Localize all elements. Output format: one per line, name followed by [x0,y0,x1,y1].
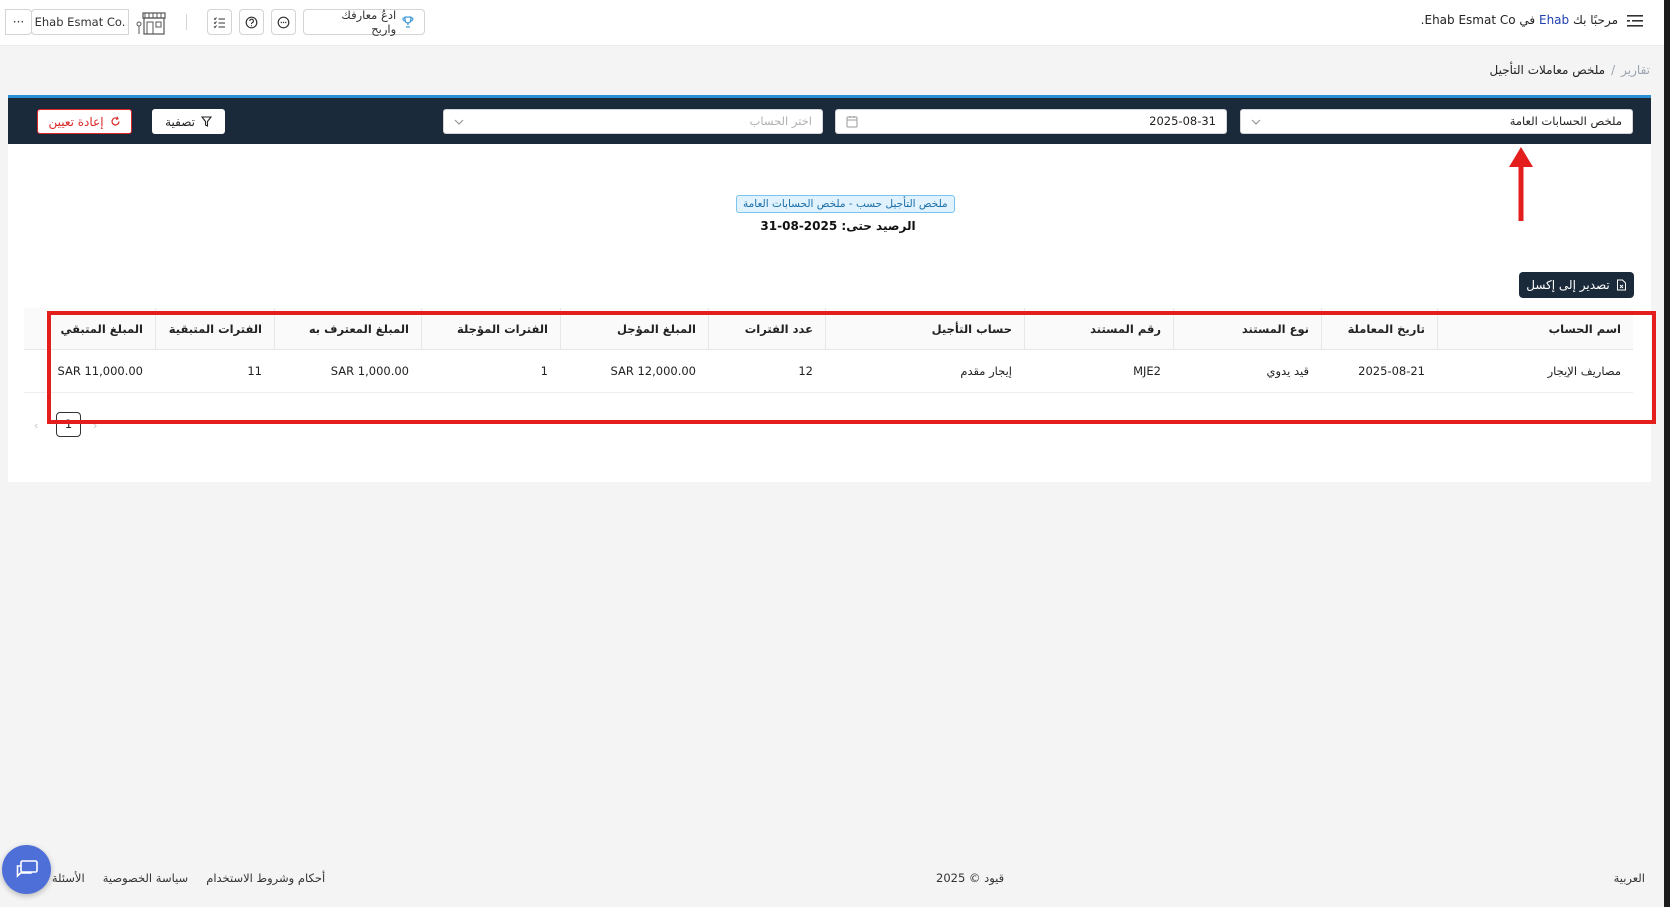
balance-as-of: الرصيد حتى: 2025-08-31 [708,219,968,233]
export-excel-button[interactable]: تصدير إلى إكسل [1519,272,1634,298]
refresh-icon [110,116,120,126]
annotation-highlight-box [47,311,1656,424]
welcome-message: مرحبًا بك Ehab في Ehab Esmat Co. [1421,13,1618,27]
reset-button-label: إعادة تعيين [48,114,104,129]
report-tag: ملخص التأجيل حسب - ملخص الحسابات العامة [736,195,955,213]
footer-links: أحكام وشروط الاستخدام سياسة الخصوصية الأ… [45,871,325,885]
window-edge [1664,0,1670,907]
menu-icon[interactable] [1626,13,1644,29]
welcome-prefix: مرحبًا بك [1572,13,1618,27]
question-icon [245,16,258,28]
chat-fab-icon [16,859,38,878]
toolbar-divider [186,14,187,30]
filter-button-label: تصفية [165,114,195,129]
language-switch[interactable]: العربية [1614,871,1645,885]
privacy-link[interactable]: سياسة الخصوصية [103,871,189,885]
date-value: 2025-08-31 [1149,114,1216,128]
breadcrumb-separator: / [1611,63,1616,77]
help-button[interactable] [239,9,264,35]
filter-bar: ملخص الحسابات العامة 2025-08-31 اختر الح… [8,95,1651,144]
pagination-prev[interactable]: ‹ [34,419,44,432]
balance-date: 2025-08-31 [760,219,838,233]
filter-icon [200,116,212,127]
breadcrumb: تقارير / ملخص معاملات التأجيل [1489,63,1650,77]
excel-file-icon [1616,279,1626,291]
balance-label: الرصيد حتى: [841,219,916,233]
breadcrumb-reports[interactable]: تقارير [1621,63,1650,77]
trophy-icon [402,16,414,28]
chat-button[interactable] [271,9,296,35]
more-icon: ··· [12,15,25,29]
company-name: Ehab Esmat Co. [1420,13,1516,27]
tasks-button[interactable] [207,9,232,35]
shop-icon[interactable] [135,10,167,36]
chat-bubble-icon [277,16,290,28]
report-type-select[interactable]: ملخص الحسابات العامة [1240,109,1633,134]
invite-earn-button[interactable]: ادعُ معارفك واربح [303,8,425,36]
annotation-arrow [1509,147,1533,221]
export-excel-label: تصدير إلى إكسل [1526,278,1610,292]
company-switcher-label: Ehab Esmat Co. [34,15,126,29]
reset-button[interactable]: إعادة تعيين [37,109,132,134]
welcome-mid: في [1519,13,1536,27]
calendar-icon [846,116,858,128]
copyright: قيود © 2025 [936,871,1005,885]
company-switcher[interactable]: Ehab Esmat Co. [31,9,129,35]
user-name: Ehab [1538,13,1570,27]
invite-earn-label: ادعُ معارفك واربح [341,8,397,36]
date-picker[interactable]: 2025-08-31 [835,109,1227,134]
checklist-icon [213,16,225,28]
top-header: مرحبًا بك Ehab في Ehab Esmat Co. ادعُ مع… [0,0,1670,46]
filter-button[interactable]: تصفية [152,109,225,134]
faq-link[interactable]: الأسئلة ا [45,871,85,885]
chevron-down-icon [1251,119,1261,125]
terms-link[interactable]: أحكام وشروط الاستخدام [206,871,325,885]
report-type-value: ملخص الحسابات العامة [1509,114,1622,128]
account-placeholder: اختر الحساب [749,114,813,128]
footer: العربية قيود © 2025 أحكام وشروط الاستخدا… [0,868,1670,890]
breadcrumb-current: ملخص معاملات التأجيل [1489,63,1606,77]
more-options-button[interactable]: ··· [5,9,32,35]
account-select[interactable]: اختر الحساب [443,109,823,134]
chevron-down-icon [454,119,464,125]
support-chat-button[interactable] [2,845,51,894]
